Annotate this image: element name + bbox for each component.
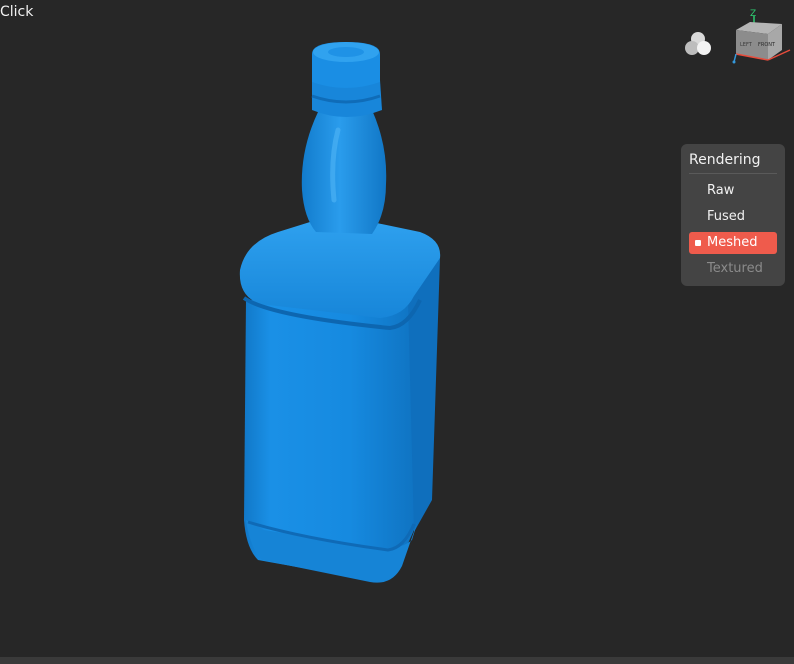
rendering-option-label: Raw [707, 183, 735, 198]
rendering-option-label: Meshed [707, 235, 758, 250]
rendering-option-fused[interactable]: Fused [689, 206, 777, 228]
cube-face-front: FRONT [758, 42, 776, 48]
cube-face-left: LEFT [740, 42, 753, 48]
rendering-option-meshed[interactable]: Meshed [689, 232, 777, 254]
rendering-option-textured: Textured [689, 258, 777, 280]
bottle-neck [301, 110, 387, 234]
rendering-option-label: Textured [707, 261, 763, 276]
rendering-panel-title: Rendering [689, 150, 777, 174]
axis-z-label: Z [750, 9, 756, 19]
3d-viewport[interactable]: Click Z LEFT FRONT Rendering Raw Fused M… [0, 0, 794, 664]
view-cube-icon[interactable]: Z LEFT FRONT [726, 6, 794, 66]
selected-indicator-icon [695, 240, 701, 246]
bottom-bar [0, 657, 794, 664]
lighting-spheres-icon[interactable] [682, 28, 714, 60]
rendering-option-label: Fused [707, 209, 746, 224]
rendering-option-raw[interactable]: Raw [689, 180, 777, 202]
bottle-model[interactable] [0, 0, 794, 664]
rendering-panel: Rendering Raw Fused Meshed Textured [681, 144, 785, 286]
